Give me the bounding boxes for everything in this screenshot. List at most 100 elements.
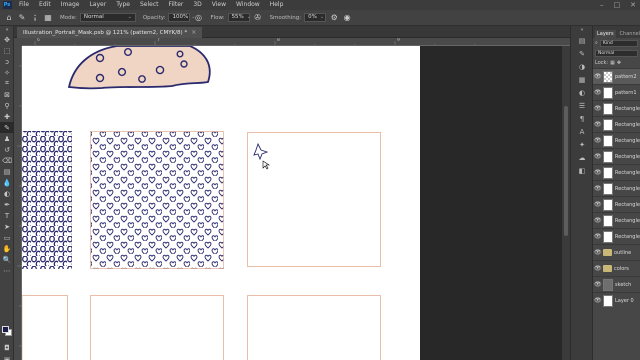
layer-row[interactable]: 👁 Layer 0	[593, 292, 640, 308]
ruler-origin[interactable]	[14, 38, 22, 46]
menu-type[interactable]: Type	[111, 0, 135, 10]
styles-icon[interactable]: ✦	[571, 138, 593, 151]
layer-row[interactable]: 👁 colors	[593, 260, 640, 276]
magic-wand-icon[interactable]: ✧	[0, 67, 14, 78]
tab-channels[interactable]: Channels	[618, 30, 640, 38]
zoom-tool-icon[interactable]: 🔍	[0, 254, 14, 265]
eyedropper-icon[interactable]: ⚲	[0, 100, 14, 111]
menu-layer[interactable]: Layer	[84, 0, 111, 10]
smoothing-field[interactable]: 0% ⌄	[304, 13, 327, 22]
layer-row[interactable]: 👁 Rectangle	[593, 148, 640, 164]
photoshop-logo-icon[interactable]: Ps	[0, 0, 14, 10]
visibility-eye-icon[interactable]: 👁	[594, 105, 602, 112]
menu-window[interactable]: Window	[231, 0, 265, 10]
scrollbar-thumb[interactable]	[564, 106, 568, 236]
visibility-eye-icon[interactable]: 👁	[594, 73, 602, 80]
type-tool-icon[interactable]: T	[0, 210, 14, 221]
layer-row[interactable]: 👁 Rectangle	[593, 212, 640, 228]
healing-brush-icon[interactable]: ✚	[0, 111, 14, 122]
menu-image[interactable]: Image	[56, 0, 85, 10]
layer-row[interactable]: 👁 Rectangle	[593, 196, 640, 212]
color-icon[interactable]: ◑	[571, 60, 593, 73]
menu-edit[interactable]: Edit	[34, 0, 56, 10]
layer-row[interactable]: 👁 Rectangle	[593, 180, 640, 196]
menu-view[interactable]: View	[207, 0, 231, 10]
eraser-icon[interactable]: ⌫	[0, 155, 14, 166]
canvas[interactable]	[22, 46, 420, 360]
brush-tool-icon[interactable]: ✎	[17, 13, 27, 23]
menu-file[interactable]: File	[14, 0, 34, 10]
visibility-eye-icon[interactable]: 👁	[594, 153, 602, 160]
blur-tool-icon[interactable]: 💧	[0, 177, 14, 188]
menu-3d[interactable]: 3D	[188, 0, 206, 10]
history-brush-icon[interactable]: ↺	[0, 144, 14, 155]
layer-row[interactable]: 👁 Rectangle	[593, 164, 640, 180]
close-window-icon[interactable]: ✕	[630, 0, 636, 10]
layer-row[interactable]: 👁 Rectangle	[593, 116, 640, 132]
pen-tool-icon[interactable]: ✒	[0, 199, 14, 210]
smoothing-settings-gear-icon[interactable]: ⚙	[329, 13, 339, 23]
menu-help[interactable]: Help	[265, 0, 289, 10]
minimize-icon[interactable]: –	[600, 0, 604, 10]
brush-tool-icon[interactable]: ✎	[0, 122, 14, 133]
marquee-tool-icon[interactable]: ⬚	[0, 45, 14, 56]
layer-row[interactable]: 👁 outline	[593, 244, 640, 260]
pressure-size-icon[interactable]: ◉	[342, 13, 352, 23]
visibility-eye-icon[interactable]: 👁	[594, 185, 602, 192]
layer-comps-icon[interactable]: ◧	[571, 164, 593, 177]
document-tab[interactable]: Illustration_Portrait_Mask.psb @ 121% (p…	[17, 27, 203, 38]
more-tools-icon[interactable]: ⋯	[0, 265, 14, 276]
visibility-eye-icon[interactable]: 👁	[594, 265, 602, 272]
dodge-tool-icon[interactable]: ◐	[0, 188, 14, 199]
layer-row[interactable]: 👁 sketch	[593, 276, 640, 292]
libraries-icon[interactable]: ☁	[571, 151, 593, 164]
visibility-eye-icon[interactable]: 👁	[594, 121, 602, 128]
quick-mask-icon[interactable]: ◘	[0, 342, 14, 353]
kind-filter-select[interactable]: Kind	[599, 39, 638, 47]
layer-row[interactable]: 👁 pattern2	[593, 68, 640, 84]
blend-mode-select[interactable]: Normal	[595, 49, 638, 57]
horizontal-ruler[interactable]: 6 7 8 9	[22, 38, 570, 46]
visibility-eye-icon[interactable]: 👁	[594, 201, 602, 208]
gradient-tool-icon[interactable]: ▤	[0, 166, 14, 177]
layer-row[interactable]: 👁 Rectangle	[593, 228, 640, 244]
brush-preset-picker[interactable]: • 9	[30, 13, 40, 23]
lasso-tool-icon[interactable]: ↄ	[0, 56, 14, 67]
vertical-ruler[interactable]	[14, 46, 22, 360]
visibility-eye-icon[interactable]: 👁	[594, 169, 602, 176]
path-selection-icon[interactable]: ➤	[0, 221, 14, 232]
paragraph-icon[interactable]: ¶	[571, 112, 593, 125]
document-workspace[interactable]	[22, 46, 570, 360]
adjustments-icon[interactable]: ◐	[571, 86, 593, 99]
visibility-eye-icon[interactable]: 👁	[594, 297, 602, 304]
flow-field[interactable]: 55% ⌄	[227, 13, 251, 22]
tab-layers[interactable]: Layers	[595, 30, 616, 38]
brush-settings-icon[interactable]: ✎	[571, 47, 593, 60]
vertical-scrollbar[interactable]	[562, 46, 570, 360]
lock-position-icon[interactable]: ✥	[617, 60, 621, 66]
collapse-panels-icon[interactable]: «	[571, 26, 593, 34]
crop-tool-icon[interactable]: ⌗	[0, 78, 14, 89]
character-icon[interactable]: A	[571, 125, 593, 138]
swatches-icon[interactable]: ▦	[571, 73, 593, 86]
brush-settings-icon[interactable]: ▦	[43, 13, 53, 23]
clone-stamp-icon[interactable]: ♟	[0, 133, 14, 144]
menu-filter[interactable]: Filter	[164, 0, 189, 10]
rectangle-tool-icon[interactable]: ▭	[0, 232, 14, 243]
visibility-eye-icon[interactable]: 👁	[594, 233, 602, 240]
home-icon[interactable]: ⌂	[4, 13, 14, 23]
mode-select[interactable]: Normal ⌄	[79, 13, 136, 22]
hand-tool-icon[interactable]: ✋	[0, 243, 14, 254]
visibility-eye-icon[interactable]: 👁	[594, 281, 602, 288]
visibility-eye-icon[interactable]: 👁	[594, 217, 602, 224]
maximize-icon[interactable]: □	[614, 0, 621, 10]
history-icon[interactable]: ▤	[571, 34, 593, 47]
properties-icon[interactable]: ☰	[571, 99, 593, 112]
close-tab-icon[interactable]: ×	[191, 29, 196, 36]
layer-row[interactable]: 👁 Rectangle	[593, 100, 640, 116]
opacity-field[interactable]: 100% ⌄	[168, 13, 195, 22]
visibility-eye-icon[interactable]: 👁	[594, 249, 602, 256]
move-tool-icon[interactable]: ✥	[0, 34, 14, 45]
layer-row[interactable]: 👁 Rectangle	[593, 132, 640, 148]
menu-select[interactable]: Select	[135, 0, 164, 10]
